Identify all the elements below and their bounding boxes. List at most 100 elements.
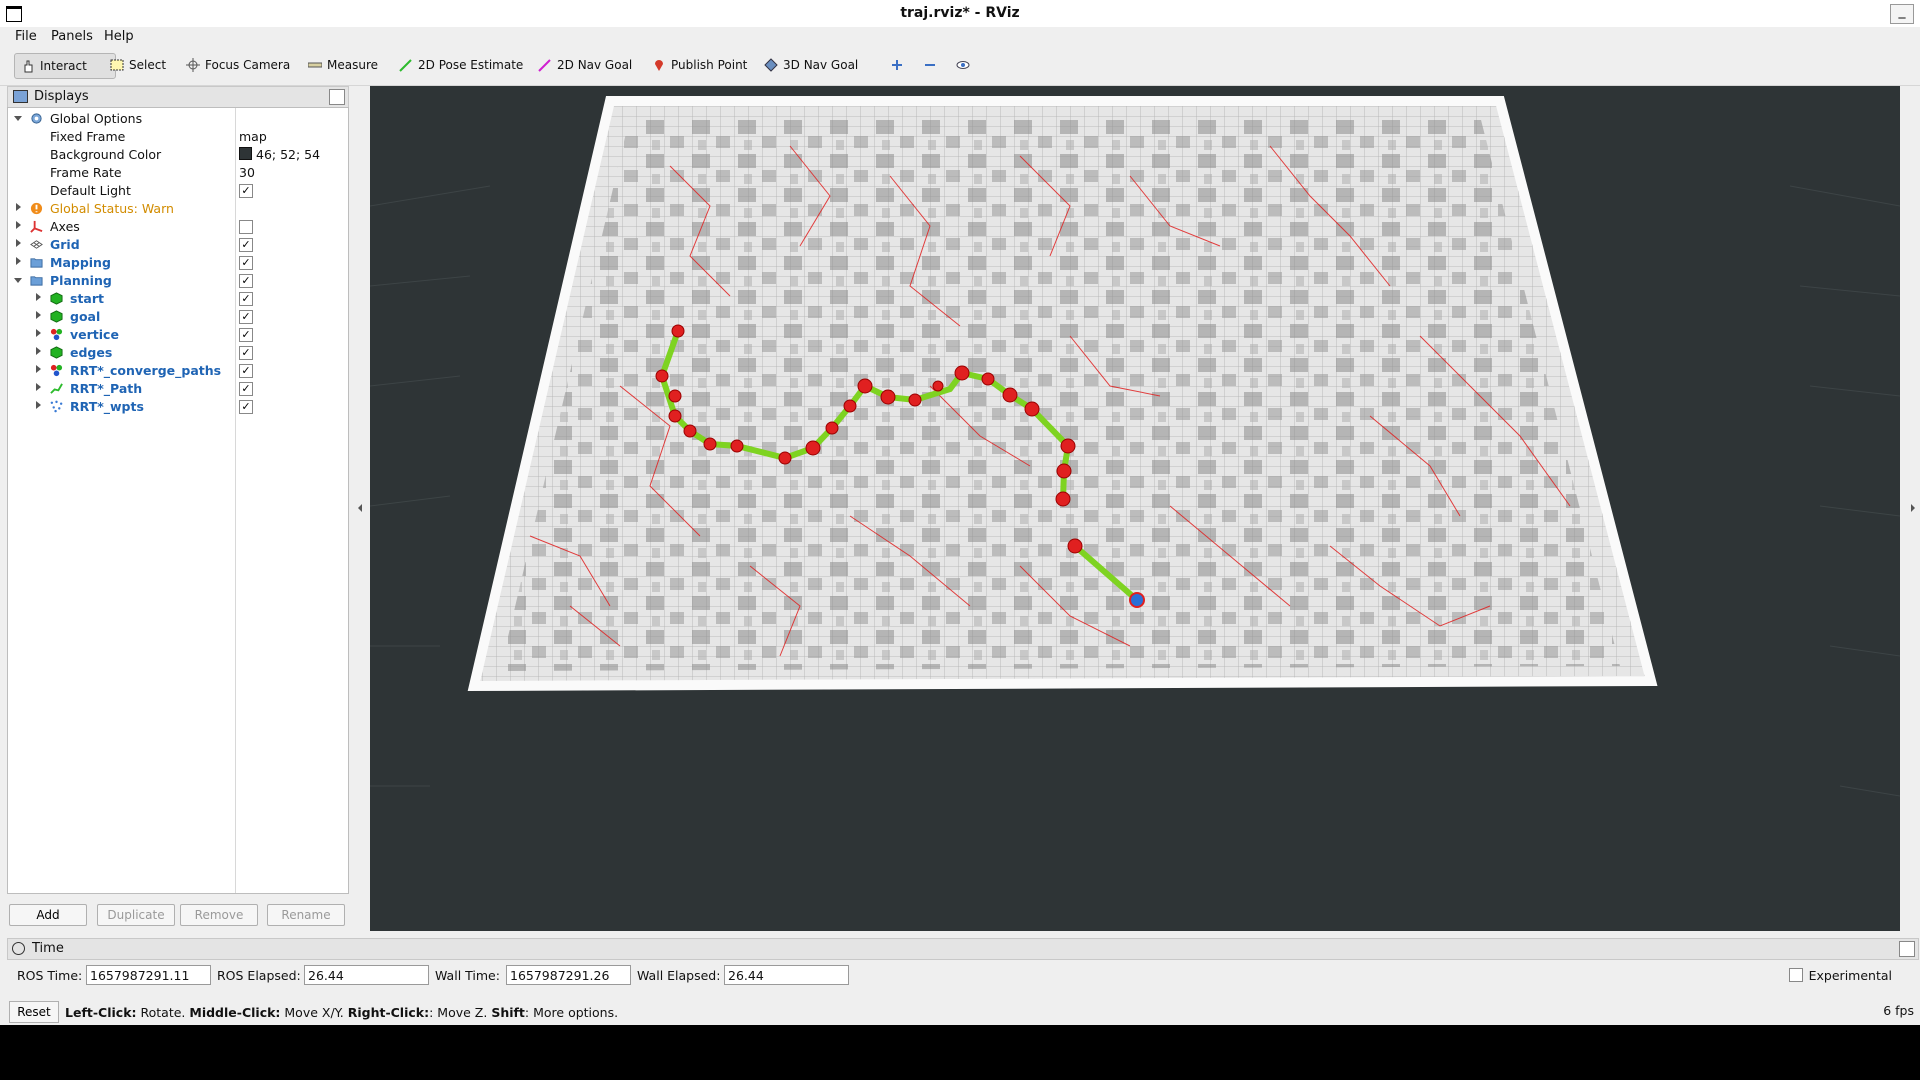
grid-icon — [30, 240, 43, 249]
tree-row-global-options[interactable]: Global Options — [8, 110, 348, 128]
remove-tool-button[interactable] — [917, 53, 943, 77]
expand-down-icon[interactable] — [14, 278, 22, 283]
goal-checkbox[interactable]: ✓ — [239, 310, 253, 324]
time-panel: Time ROS Time: 1657987291.11 ROS Elapsed… — [7, 938, 1920, 1025]
reset-button[interactable]: Reset — [9, 1001, 59, 1023]
expand-right-icon[interactable] — [16, 239, 21, 247]
hint-middle-click: Middle-Click: — [189, 1005, 281, 1020]
clock-icon — [12, 942, 25, 955]
time-close-button[interactable] — [1899, 941, 1915, 957]
axes-checkbox[interactable] — [239, 220, 253, 234]
right-splitter[interactable] — [1900, 86, 1920, 931]
tree-row-edges[interactable]: edges ✓ — [8, 344, 348, 362]
add-button[interactable]: Add — [9, 904, 87, 926]
panel-splitter[interactable] — [355, 86, 365, 931]
tree-row-goal[interactable]: goal ✓ — [8, 308, 348, 326]
fixed-frame-label: Fixed Frame — [50, 129, 126, 144]
tree-row-rrt-wpts[interactable]: RRT*_wpts ✓ — [8, 398, 348, 416]
tree-row-rrt-path[interactable]: RRT*_Path ✓ — [8, 380, 348, 398]
expand-right-icon[interactable] — [36, 293, 41, 301]
ros-elapsed-field[interactable]: 26.44 — [304, 965, 429, 985]
gear-icon — [31, 113, 42, 124]
menu-bar: File Panels Help — [0, 27, 1920, 47]
default-light-label: Default Light — [50, 183, 131, 198]
grid-checkbox[interactable]: ✓ — [239, 238, 253, 252]
view-tool-button[interactable] — [950, 53, 976, 77]
tree-row-background-color[interactable]: Background Color 46; 52; 54 — [8, 146, 348, 164]
nav-goal-tool[interactable]: 2D Nav Goal — [532, 53, 638, 77]
tree-row-frame-rate[interactable]: Frame Rate 30 — [8, 164, 348, 182]
expand-right-icon[interactable] — [36, 311, 41, 319]
path-icon — [50, 383, 63, 394]
green-arrow-icon — [399, 59, 412, 72]
ros-elapsed-label: ROS Elapsed: — [217, 968, 301, 983]
expand-right-icon[interactable] — [36, 401, 41, 409]
expand-down-icon[interactable] — [14, 116, 22, 121]
green-cube-icon — [50, 310, 63, 323]
mapping-checkbox[interactable]: ✓ — [239, 256, 253, 270]
focus-camera-tool[interactable]: Focus Camera — [180, 53, 296, 77]
color-swatch[interactable] — [239, 147, 252, 160]
expand-right-icon[interactable] — [16, 203, 21, 211]
remove-button[interactable]: Remove — [180, 904, 258, 926]
expand-right-icon[interactable] — [36, 347, 41, 355]
hint-shift: Shift — [491, 1005, 525, 1020]
fixed-frame-value[interactable]: map — [239, 129, 267, 144]
pose-estimate-tool[interactable]: 2D Pose Estimate — [393, 53, 529, 77]
publish-point-tool[interactable]: Publish Point — [646, 53, 753, 77]
interact-tool[interactable]: Interact — [14, 53, 116, 79]
expand-right-icon[interactable] — [16, 221, 21, 229]
tree-row-converge-paths[interactable]: RRT*_converge_paths ✓ — [8, 362, 348, 380]
panel-close-button[interactable] — [329, 89, 345, 105]
tree-row-default-light[interactable]: Default Light ✓ — [8, 182, 348, 200]
default-light-checkbox[interactable]: ✓ — [239, 184, 253, 198]
experimental-toggle[interactable]: Experimental — [1788, 968, 1892, 983]
expand-right-icon[interactable] — [36, 383, 41, 391]
displays-tree: Global Options Fixed Frame map Backgroun… — [7, 107, 349, 894]
tree-row-axes[interactable]: Axes — [8, 218, 348, 236]
tree-row-start[interactable]: start ✓ — [8, 290, 348, 308]
wall-time-field[interactable]: 1657987291.26 — [506, 965, 631, 985]
background-color-field[interactable]: 46; 52; 54 — [239, 147, 320, 162]
global-options-label: Global Options — [50, 111, 143, 126]
rrt-path-checkbox[interactable]: ✓ — [239, 382, 253, 396]
wall-elapsed-field[interactable]: 26.44 — [724, 965, 849, 985]
tree-row-global-status[interactable]: Global Status: Warn — [8, 200, 348, 218]
vertice-checkbox[interactable]: ✓ — [239, 328, 253, 342]
expand-right-icon[interactable] — [36, 329, 41, 337]
rename-button[interactable]: Rename — [267, 904, 345, 926]
minimize-button[interactable]: _ — [1890, 4, 1914, 24]
select-tool[interactable]: Select — [104, 53, 172, 77]
start-checkbox[interactable]: ✓ — [239, 292, 253, 306]
tree-row-vertice[interactable]: vertice ✓ — [8, 326, 348, 344]
measure-label: Measure — [327, 58, 378, 72]
planning-checkbox[interactable]: ✓ — [239, 274, 253, 288]
folder-icon — [30, 258, 43, 268]
tree-row-grid[interactable]: Grid ✓ — [8, 236, 348, 254]
menu-file[interactable]: File — [15, 29, 37, 44]
nav-goal-3d-tool[interactable]: 3D Nav Goal — [758, 53, 864, 77]
rrt-wpts-checkbox[interactable]: ✓ — [239, 400, 253, 414]
menu-panels[interactable]: Panels — [51, 29, 93, 44]
hint-more-options: : More options. — [524, 1005, 619, 1020]
3d-scene[interactable] — [370, 86, 1900, 931]
ros-time-field[interactable]: 1657987291.11 — [86, 965, 211, 985]
3d-render-view[interactable] — [370, 86, 1900, 931]
frame-rate-value[interactable]: 30 — [239, 165, 255, 180]
tree-row-mapping[interactable]: Mapping ✓ — [8, 254, 348, 272]
duplicate-button[interactable]: Duplicate — [97, 904, 175, 926]
menu-help[interactable]: Help — [104, 29, 134, 44]
expand-right-icon[interactable] — [36, 365, 41, 373]
add-tool-button[interactable] — [884, 53, 910, 77]
magenta-arrow-icon — [538, 59, 551, 72]
edges-label: edges — [70, 345, 113, 360]
measure-tool[interactable]: Measure — [302, 53, 384, 77]
tree-row-planning[interactable]: Planning ✓ — [8, 272, 348, 290]
converge-paths-checkbox[interactable]: ✓ — [239, 364, 253, 378]
expand-right-icon[interactable] — [16, 257, 21, 265]
goal-marker — [1129, 592, 1145, 608]
time-header: Time — [7, 938, 1919, 960]
tree-row-fixed-frame[interactable]: Fixed Frame map — [8, 128, 348, 146]
experimental-checkbox[interactable] — [1788, 968, 1803, 982]
edges-checkbox[interactable]: ✓ — [239, 346, 253, 360]
